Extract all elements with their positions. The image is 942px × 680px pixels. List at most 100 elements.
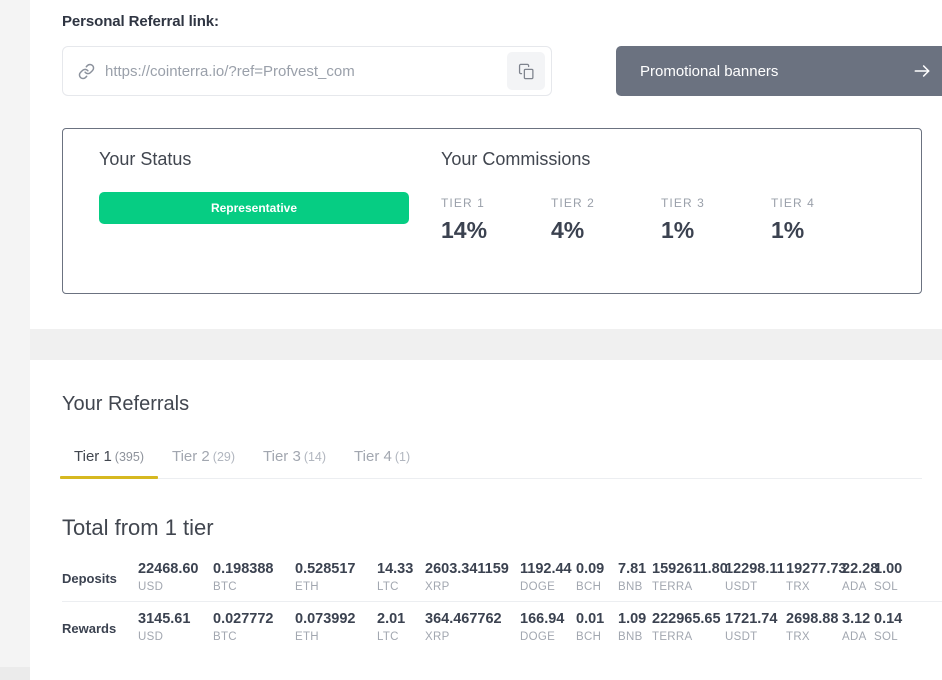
tab-label: Tier 3 <box>263 448 301 465</box>
cell-btc: 0.027772 BTC <box>213 611 295 643</box>
cell-value: 364.467762 <box>425 611 502 627</box>
cell-currency: BTC <box>213 581 237 593</box>
tier-label: TIER 3 <box>661 196 705 210</box>
commission-tier-3: TIER 3 1% <box>661 196 771 244</box>
referral-link-input[interactable]: https://cointerra.io/?ref=Profvest_com <box>62 46 552 96</box>
totals-table: Deposits 22468.60 USD 0.198388 BTC 0.528517 ET… <box>62 552 942 651</box>
cell-ltc: 2.01 LTC <box>377 611 425 643</box>
cell-xrp: 2603.341159 XRP <box>425 561 520 593</box>
cell-currency: ETH <box>295 631 319 643</box>
cell-currency: ADA <box>842 581 867 593</box>
cell-value: 1592611.80 <box>652 561 728 577</box>
cell-currency: BCH <box>576 631 602 643</box>
cell-currency: XRP <box>425 631 450 643</box>
tier-value: 4% <box>551 217 585 243</box>
cell-usd: 3145.61 USD <box>138 611 213 643</box>
tier-label: TIER 4 <box>771 196 815 210</box>
cell-value: 222965.65 <box>652 611 721 627</box>
tab-count: (395) <box>114 450 144 464</box>
copy-icon[interactable] <box>507 52 545 90</box>
tab-tier-2[interactable]: Tier 2 (29) <box>158 448 249 478</box>
status-badge: Representative <box>99 192 409 224</box>
referral-link-row: https://cointerra.io/?ref=Profvest_com P… <box>62 46 942 98</box>
cell-value: 0.14 <box>874 611 903 627</box>
cell-value: 0.198388 <box>213 561 274 577</box>
cell-currency: TRX <box>786 581 810 593</box>
cell-value: 19277.73 <box>786 561 847 577</box>
cell-currency: BTC <box>213 631 237 643</box>
cell-currency: USDT <box>725 631 758 643</box>
tab-count: (1) <box>394 450 411 464</box>
cell-value: 0.027772 <box>213 611 274 627</box>
cell-value: 12298.11 <box>725 561 785 577</box>
cell-value: 0.073992 <box>295 611 356 627</box>
row-cells: 3145.61 USD 0.027772 BTC 0.073992 ETH 2.01 LTC 3… <box>138 611 942 643</box>
cell-eth: 0.528517 ETH <box>295 561 377 593</box>
tab-label: Tier 1 <box>74 448 112 465</box>
cell-currency: ETH <box>295 581 319 593</box>
cell-currency: LTC <box>377 631 399 643</box>
cell-value: 1.09 <box>618 611 647 627</box>
cell-currency: USDT <box>725 581 758 593</box>
tab-tier-4[interactable]: Tier 4 (1) <box>340 448 424 478</box>
cell-ada: 3.12 ADA <box>842 611 874 643</box>
cell-usdt: 12298.11 USDT <box>725 561 786 593</box>
cell-value: 2698.88 <box>786 611 839 627</box>
cell-value: 1.00 <box>874 561 903 577</box>
cell-sol: 1.00 SOL <box>874 561 904 593</box>
cell-sol: 0.14 SOL <box>874 611 904 643</box>
cell-value: 22468.60 <box>138 561 199 577</box>
your-referrals-card: Your Referrals Tier 1 (395) Tier 2 (29) Tier… <box>30 360 942 680</box>
cell-usd: 22468.60 USD <box>138 561 213 593</box>
commission-tier-grid: TIER 1 14% TIER 2 4% TIER 3 1% TIER 4 1% <box>441 196 905 244</box>
cell-currency: LTC <box>377 581 399 593</box>
status-commissions-box: Your Status Representative Your Commissi… <box>62 128 922 294</box>
cell-value: 1721.74 <box>725 611 778 627</box>
cell-currency: TRX <box>786 631 810 643</box>
cell-currency: SOL <box>874 631 898 643</box>
cell-xrp: 364.467762 XRP <box>425 611 520 643</box>
row-label: Deposits <box>62 571 117 586</box>
cell-currency: BNB <box>618 581 643 593</box>
status-section: Your Status Representative <box>99 149 429 224</box>
referral-tier-tabs: Tier 1 (395) Tier 2 (29) Tier 3 (14) Tier 4 (1) <box>60 448 922 479</box>
cell-bnb: 1.09 BNB <box>618 611 652 643</box>
table-row: Deposits 22468.60 USD 0.198388 BTC 0.528517 ET… <box>62 552 942 601</box>
cell-currency: USD <box>138 581 164 593</box>
cell-currency: TERRA <box>652 581 693 593</box>
cell-currency: BCH <box>576 581 602 593</box>
cell-value: 2.01 <box>377 611 406 627</box>
referral-link-card: Personal Referral link: https://cointerr… <box>30 0 942 329</box>
page-root: Personal Referral link: https://cointerr… <box>0 0 942 680</box>
tab-count: (14) <box>303 450 327 464</box>
cell-eth: 0.073992 ETH <box>295 611 377 643</box>
cell-currency: ADA <box>842 631 867 643</box>
commission-tier-4: TIER 4 1% <box>771 196 881 244</box>
promotional-banners-button[interactable]: Promotional banners <box>616 46 942 96</box>
cell-terra: 222965.65 TERRA <box>652 611 725 643</box>
cell-value: 0.09 <box>576 561 605 577</box>
cell-terra: 1592611.80 TERRA <box>652 561 728 593</box>
cell-value: 3145.61 <box>138 611 191 627</box>
cell-bch: 0.09 BCH <box>576 561 618 593</box>
cell-currency: DOGE <box>520 581 556 593</box>
table-row: Rewards 3145.61 USD 0.027772 BTC 0.073992 ETH 2… <box>62 601 942 651</box>
cell-usdt: 1721.74 USDT <box>725 611 786 643</box>
cell-currency: USD <box>138 631 164 643</box>
tab-tier-3[interactable]: Tier 3 (14) <box>249 448 340 478</box>
tier-label: TIER 1 <box>441 196 485 210</box>
row-label: Rewards <box>62 621 117 636</box>
cell-currency: SOL <box>874 581 898 593</box>
tab-label: Tier 4 <box>354 448 392 465</box>
tier-value: 14% <box>441 217 488 243</box>
cell-value: 0.528517 <box>295 561 356 577</box>
cell-doge: 166.94 DOGE <box>520 611 576 643</box>
cell-doge: 1192.44 DOGE <box>520 561 576 593</box>
tier-value: 1% <box>661 217 695 243</box>
tab-tier-1[interactable]: Tier 1 (395) <box>60 448 158 479</box>
cell-value: 2603.341159 <box>425 561 509 577</box>
total-heading: Total from 1 tier <box>62 515 214 540</box>
cell-bch: 0.01 BCH <box>576 611 618 643</box>
cell-currency: TERRA <box>652 631 693 643</box>
page-title: Personal Referral link: <box>62 13 219 30</box>
